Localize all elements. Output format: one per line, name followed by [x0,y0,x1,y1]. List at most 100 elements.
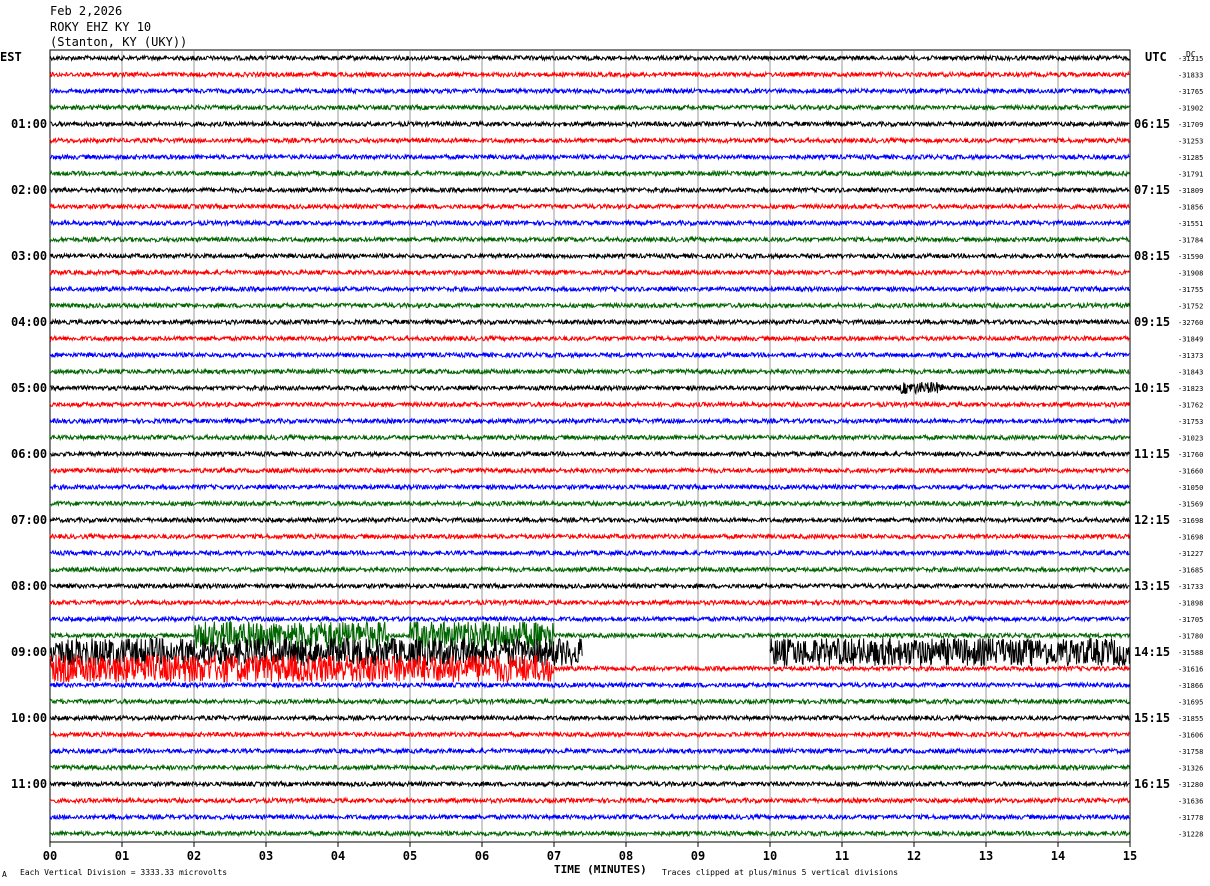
trace-row [49,136,1130,145]
x-tick-label: 01 [115,849,129,863]
dc-offset-label: -31833 [1178,72,1203,80]
dc-offset-label: -31784 [1178,237,1203,245]
trace-row [49,381,1130,396]
trace-row [49,697,1130,706]
dc-offset-label: -31866 [1178,682,1203,690]
dc-offset-label: -31023 [1178,435,1203,443]
trace-row [49,367,1130,376]
dc-offset-label: -32760 [1178,319,1203,327]
trace-row [49,350,1130,360]
clip-note: Traces clipped at plus/minus 5 vertical … [662,868,899,877]
trace-row [49,169,1130,178]
right-hour-label: 11:15 [1134,447,1170,461]
dc-offset-label: -31588 [1178,649,1203,657]
dc-offset-label: -31753 [1178,418,1203,426]
dc-offset-label: -31050 [1178,484,1203,492]
dc-offset-label: -31698 [1178,534,1203,542]
trace-row [49,251,1130,261]
right-hour-label: 12:15 [1134,513,1170,527]
trace-row [49,53,1130,63]
x-tick-label: 13 [979,849,993,863]
left-hour-label: 02:00 [11,183,47,197]
trace-row [49,416,1130,426]
trace-row [49,70,1130,79]
x-tick-label: 05 [403,849,417,863]
dc-offset-label: -31280 [1178,781,1203,789]
left-hour-label: 04:00 [11,315,47,329]
x-tick-label: 11 [835,849,849,863]
trace-row [49,619,1130,651]
trace-row [49,334,1130,343]
trace-row [49,482,1130,492]
right-hour-label: 15:15 [1134,711,1170,725]
x-tick-label: 14 [1051,849,1065,863]
dc-offset-label: -31227 [1178,550,1203,558]
trace-row [49,186,1130,195]
trace-row [49,581,1130,591]
trace-row [49,152,1130,162]
dc-offset-label: -31606 [1178,732,1203,740]
dc-offset-label: -31760 [1178,451,1203,459]
trace-row [49,103,1130,112]
dc-offset-label: -31762 [1178,402,1203,410]
dc-offset-label: -31228 [1178,831,1203,839]
x-tick-label: 15 [1123,849,1137,863]
x-tick-label: 00 [43,849,57,863]
dc-offset-label: -31849 [1178,336,1203,344]
trace-row [49,812,1130,822]
x-tick-label: 02 [187,849,201,863]
dc-offset-label: -31569 [1178,501,1203,509]
left-hour-label: 03:00 [11,249,47,263]
right-hour-label: 09:15 [1134,315,1170,329]
dc-offset-label: -31636 [1178,798,1203,806]
dc-offset-label: -31660 [1178,468,1203,476]
dc-offset-label: -31778 [1178,814,1203,822]
dc-offset-label: -31551 [1178,220,1203,228]
trace-row [49,301,1130,310]
right-hour-label: 16:15 [1134,777,1170,791]
trace-row [50,218,1130,228]
trace-row [49,779,1130,789]
dc-offset-label: -31616 [1178,666,1203,674]
right-hour-label: 13:15 [1134,579,1170,593]
dc-offset-label: -31752 [1178,303,1203,311]
dc-offset-label: -31780 [1178,633,1203,641]
dc-offset-label: -31733 [1178,583,1203,591]
x-tick-label: 04 [331,849,345,863]
left-hour-label: 06:00 [11,447,47,461]
trace-row [49,317,1130,327]
scale-note: Each Vertical Division = 3333.33 microvo… [20,868,228,877]
dc-offset-label: -31843 [1178,369,1203,377]
x-tick-label: 06 [475,849,489,863]
x-tick-label: 03 [259,849,273,863]
trace-row [49,796,1130,805]
left-hour-label: 08:00 [11,579,47,593]
trace-row [49,763,1130,772]
trace-row [50,730,1130,739]
dc-offset-label: -31709 [1178,121,1203,129]
dc-offset-label: -31695 [1178,699,1203,707]
trace-row [49,680,1130,690]
trace-row [49,449,1130,459]
left-hour-label: 09:00 [11,645,47,659]
trace-row [49,235,1130,244]
dc-offset-label: -31326 [1178,765,1203,773]
x-tick-label: 09 [691,849,705,863]
dc-offset-label: -31823 [1178,385,1203,393]
plot-frame [49,49,1131,843]
left-hour-label: 11:00 [11,777,47,791]
left-hour-label: 05:00 [11,381,47,395]
dc-offset-label: -31758 [1178,748,1203,756]
trace-row [49,268,1130,277]
dc-offset-label: -31698 [1178,517,1203,525]
dc-offset-label: -31590 [1178,253,1203,261]
dc-offset-label: -31856 [1178,204,1203,212]
trace-row [50,829,1130,838]
dc-offset-label: -31855 [1178,715,1203,723]
x-tick-label: 10 [763,849,777,863]
dc-offset-label: -31253 [1178,138,1203,146]
dc-offset-label: -31791 [1178,171,1203,179]
dc-offset-label: -31285 [1178,154,1203,162]
x-tick-label: 12 [907,849,921,863]
dc-offset-label: -31705 [1178,616,1203,624]
